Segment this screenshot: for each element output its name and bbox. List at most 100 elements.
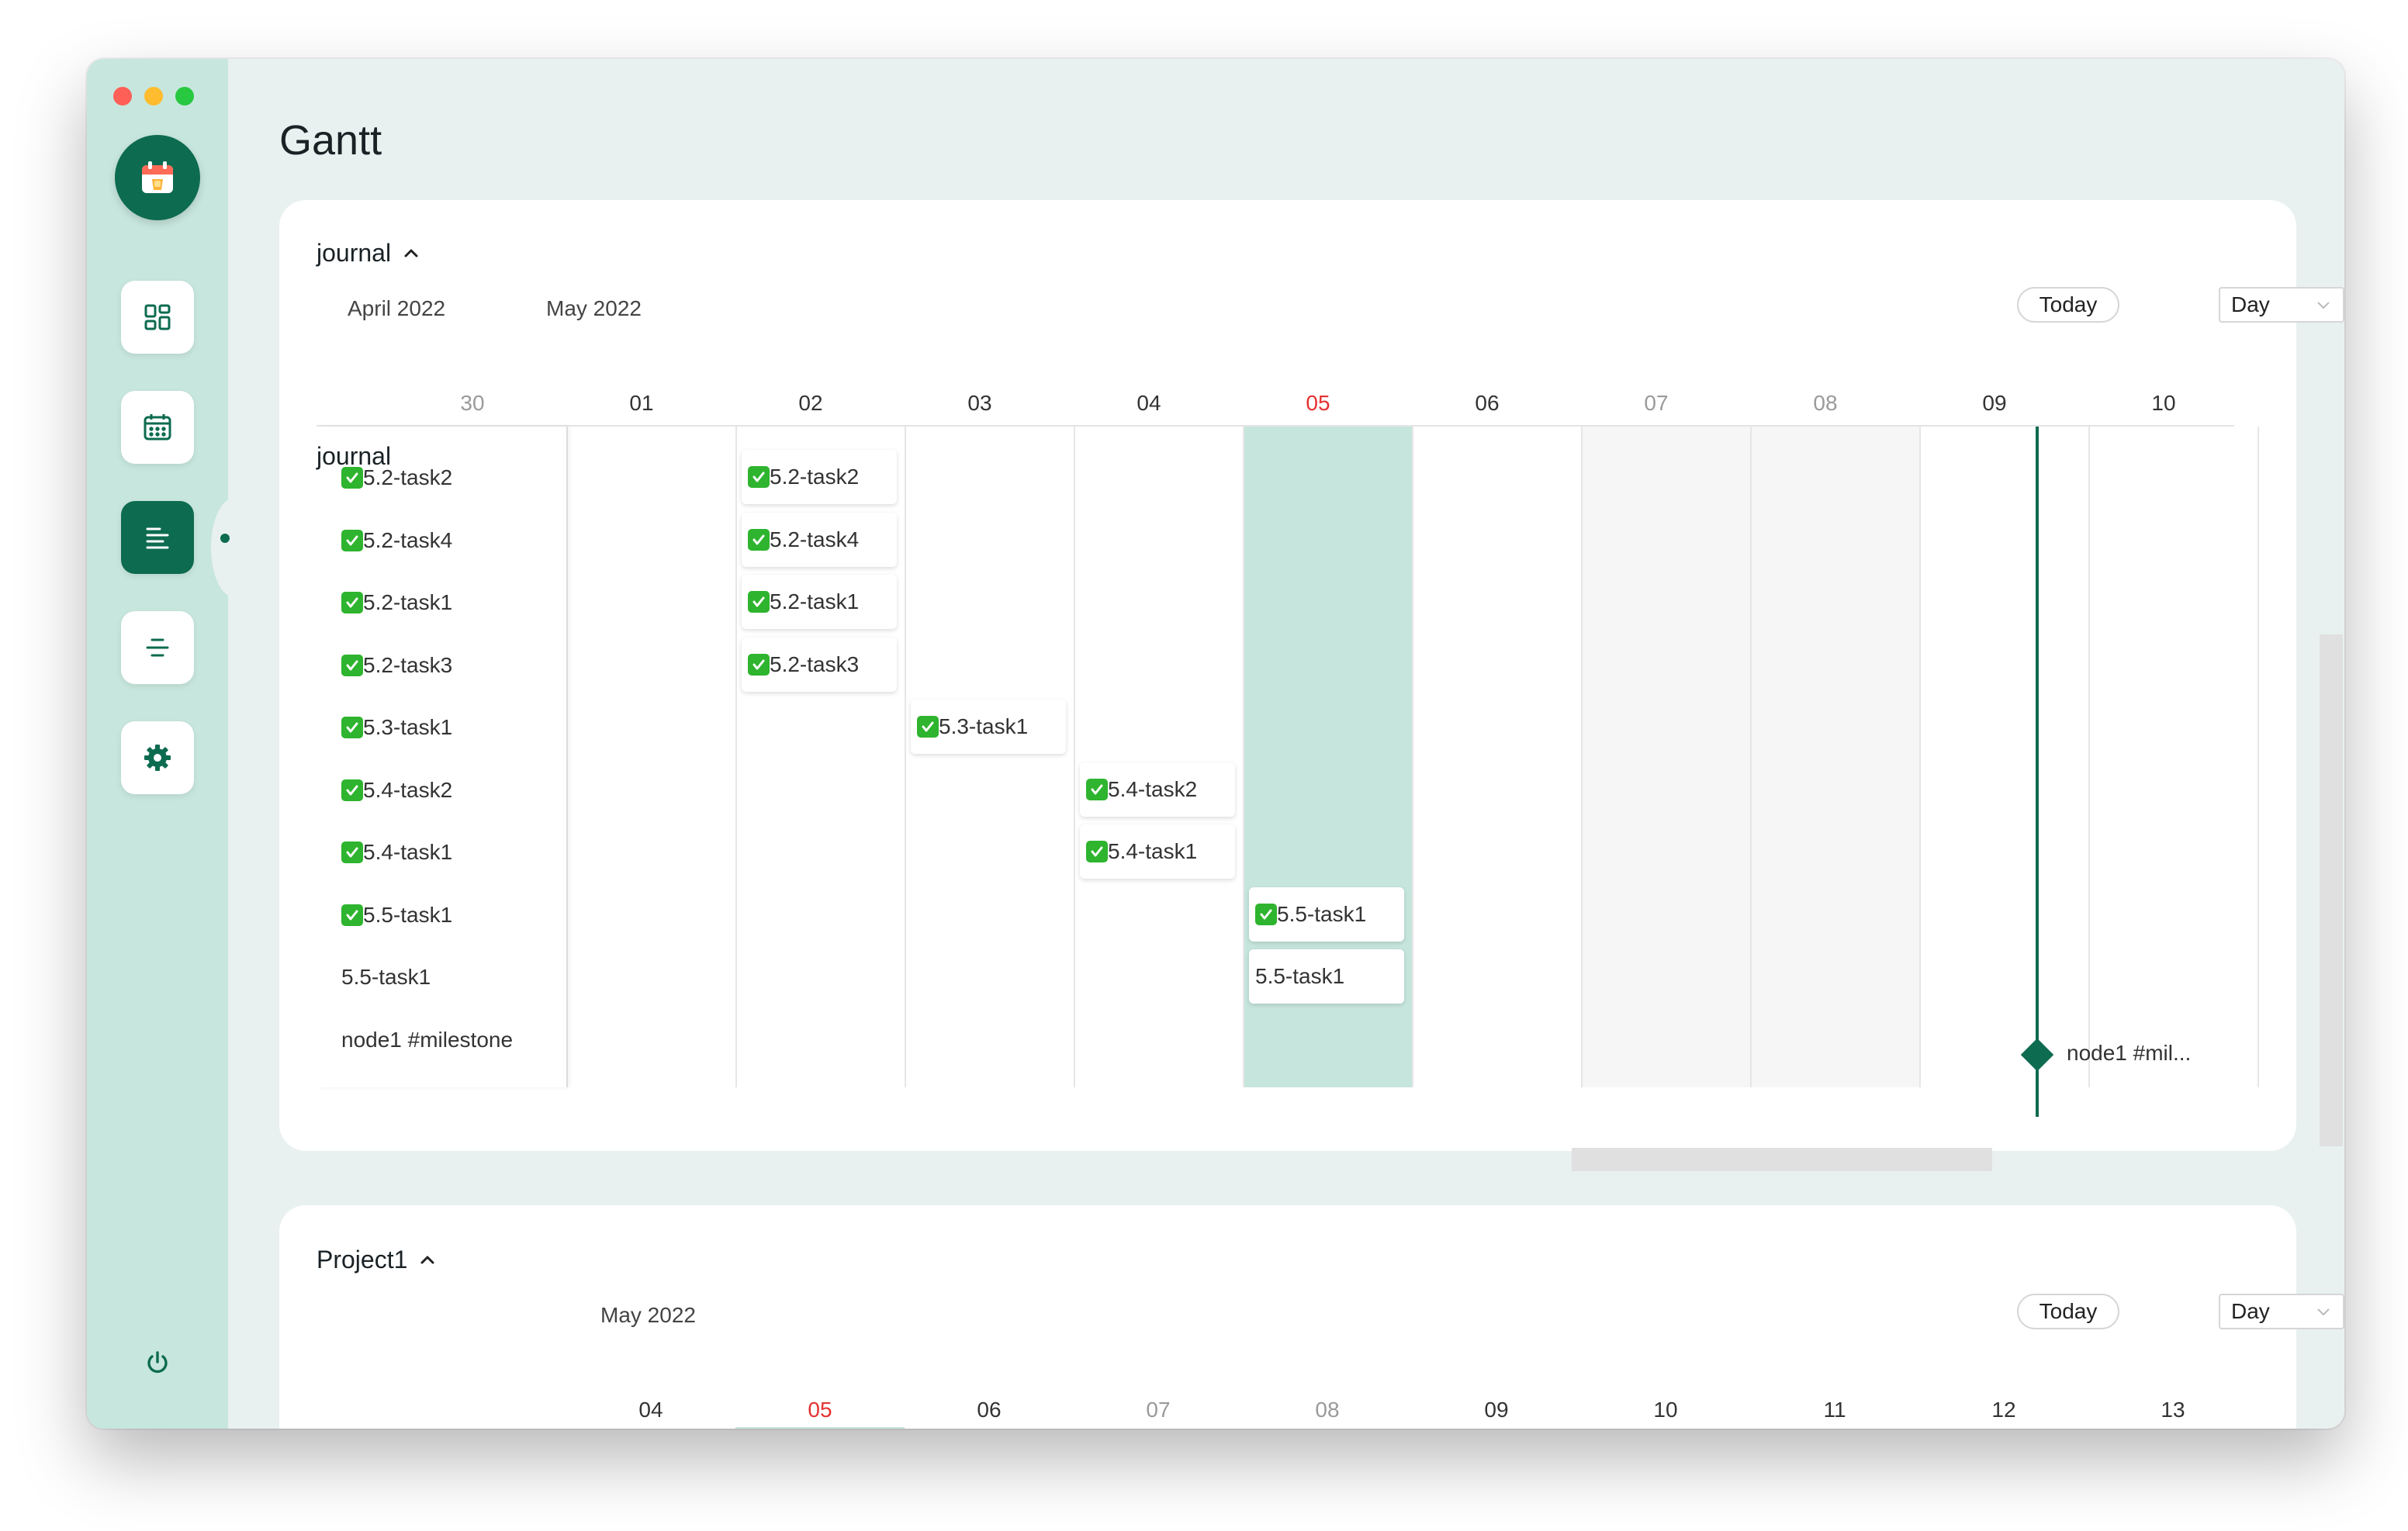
task-list-item[interactable]: 5.5-task1: [341, 965, 431, 990]
day-label: 06: [977, 1398, 1002, 1422]
task-bar[interactable]: 5.3-task1: [911, 700, 1066, 754]
day-label: 11: [1823, 1398, 1846, 1422]
checkbox-done-icon: [341, 529, 363, 551]
checkbox-done-icon: [341, 779, 363, 801]
task-bar[interactable]: 5.2-task2: [742, 450, 897, 504]
checkbox-done-icon: [917, 716, 939, 738]
sidebar-item-list[interactable]: [121, 611, 194, 684]
checkbox-done-icon: [341, 842, 363, 863]
column-divider: [1750, 427, 1752, 1087]
calendar-app-icon[interactable]: [115, 135, 200, 220]
active-nav-indicator: [220, 534, 230, 543]
task-list-item[interactable]: 5.4-task2: [341, 778, 452, 803]
task-bar-label: 5.4-task2: [1108, 776, 1198, 801]
day-label: 12: [1991, 1398, 2016, 1422]
column-divider: [905, 427, 906, 1087]
checkbox-done-icon: [748, 466, 770, 488]
task-list-item[interactable]: 5.4-task1: [341, 840, 452, 865]
weekend-column: [1750, 427, 1919, 1087]
day-label: 02: [798, 391, 823, 415]
today-button[interactable]: Today: [2017, 1294, 2119, 1329]
task-bar-label: 5.4-task1: [1108, 839, 1198, 863]
minimize-window-button[interactable]: [144, 87, 163, 105]
sidebar-item-dashboard[interactable]: [121, 281, 194, 354]
task-list-item[interactable]: node1 #milestone: [341, 1028, 513, 1052]
column-divider: [735, 427, 737, 1087]
close-window-button[interactable]: [113, 87, 132, 105]
task-bar[interactable]: 5.4-task1: [1080, 824, 1235, 879]
vertical-scrollbar[interactable]: [2320, 634, 2343, 1146]
calendar-icon: [144, 414, 171, 441]
chevron-up-icon: [420, 1256, 434, 1263]
task-list-item[interactable]: 5.5-task1: [341, 903, 452, 928]
gantt-section-header[interactable]: journal: [317, 239, 420, 268]
task-label: 5.2-task3: [363, 652, 453, 677]
task-bar[interactable]: 5.4-task2: [1080, 762, 1235, 817]
task-list-item[interactable]: 5.2-task3: [341, 653, 452, 678]
checkbox-done-icon: [341, 592, 363, 613]
task-label: 5.4-task1: [363, 840, 453, 864]
sidebar-item-gantt[interactable]: [121, 501, 194, 574]
today-button[interactable]: Today: [2017, 287, 2119, 323]
current-time-line: [2036, 427, 2039, 1117]
month-label: May 2022: [546, 296, 642, 320]
checkbox-done-icon: [748, 528, 770, 551]
checkbox-done-icon: [1086, 841, 1108, 862]
day-label: 04: [638, 1398, 663, 1422]
task-bar[interactable]: 5.5-task1: [1249, 949, 1404, 1004]
day-label: 08: [1315, 1398, 1340, 1422]
task-bar[interactable]: 5.2-task3: [742, 637, 897, 692]
task-bar-label: 5.3-task1: [939, 714, 1029, 738]
column-divider: [2088, 427, 2090, 1087]
zoom-window-button[interactable]: [175, 87, 194, 105]
milestone-diamond[interactable]: [2020, 1038, 2054, 1072]
day-label: 10: [2151, 391, 2176, 415]
checkbox-done-icon: [748, 591, 770, 613]
task-bar-label: 5.2-task2: [770, 465, 860, 489]
checkbox-done-icon: [341, 904, 363, 926]
day-label: 09: [1982, 391, 2007, 415]
task-bar[interactable]: 5.2-task4: [742, 512, 897, 567]
column-divider: [1919, 427, 1921, 1087]
task-bar[interactable]: 5.2-task1: [742, 575, 897, 629]
task-label: node1 #milestone: [341, 1027, 514, 1052]
day-label: 30: [460, 391, 485, 415]
task-label: 5.2-task1: [363, 590, 453, 614]
day-label: 05: [808, 1398, 832, 1422]
task-bar-label: 5.5-task1: [1255, 964, 1345, 988]
gear-icon: [144, 745, 171, 771]
power-icon[interactable]: [141, 1346, 174, 1379]
task-list-item[interactable]: 5.2-task2: [341, 465, 452, 490]
horizontal-scrollbar[interactable]: [1572, 1148, 1992, 1171]
day-label: 05: [1306, 391, 1330, 415]
day-label: 09: [1484, 1398, 1509, 1422]
view-select-value: Day: [2231, 1299, 2270, 1323]
day-label: 03: [967, 391, 992, 415]
task-list-item[interactable]: 5.2-task4: [341, 528, 452, 553]
checkbox-done-icon: [1086, 778, 1108, 800]
task-bar-label: 5.2-task4: [770, 527, 860, 551]
column-divider: [2258, 427, 2259, 1087]
task-label: 5.5-task1: [363, 902, 453, 927]
checkbox-done-icon: [341, 467, 363, 489]
checkbox-done-icon: [748, 653, 770, 676]
grid-icon: [144, 304, 171, 330]
chevron-down-icon: [2317, 302, 2330, 309]
task-bar[interactable]: 5.5-task1: [1249, 886, 1404, 942]
view-select[interactable]: Day: [2219, 287, 2344, 323]
task-list-item[interactable]: 5.3-task1: [341, 715, 452, 740]
task-label: 5.2-task2: [363, 465, 453, 489]
milestone-label: node1 #mil...: [2067, 1041, 2192, 1065]
sidebar-item-calendar[interactable]: [121, 391, 194, 464]
day-label: 07: [1146, 1398, 1171, 1422]
sidebar-item-settings[interactable]: [121, 721, 194, 794]
gantt-section-header[interactable]: Project1: [317, 1246, 437, 1274]
day-label: 08: [1813, 391, 1838, 415]
column-divider: [1581, 427, 1583, 1087]
view-select[interactable]: Day: [2219, 1294, 2344, 1329]
gantt-card-project1: Project1 May 2022 Today Day 04 05 06 07 08 09…: [279, 1205, 2344, 1429]
column-divider: [1412, 427, 1413, 1087]
active-nav-notch: [211, 498, 258, 597]
task-label: 5.2-task4: [363, 527, 453, 552]
task-list-item[interactable]: 5.2-task1: [341, 590, 452, 615]
